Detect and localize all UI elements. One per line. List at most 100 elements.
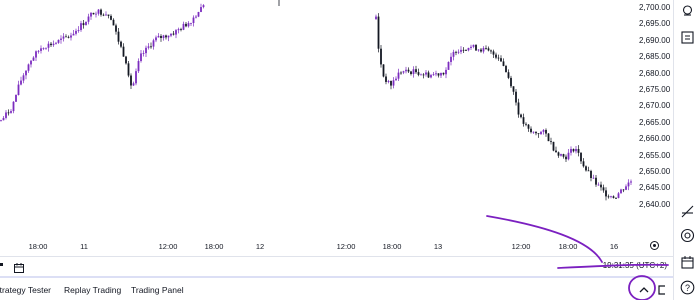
- candle-body: [97, 9, 100, 14]
- tab-strategy-tester[interactable]: Strategy Tester: [0, 285, 51, 295]
- price-axis-label: 2,655.00: [639, 150, 671, 160]
- candle-body: [542, 129, 545, 132]
- candle-body: [105, 14, 107, 16]
- trend-line-icon[interactable]: [680, 204, 695, 219]
- candle-body: [127, 63, 130, 76]
- price-axis-label: 2,660.00: [639, 134, 671, 144]
- alert-icon[interactable]: [680, 4, 695, 19]
- candle-body: [597, 184, 600, 186]
- candle-body: [575, 148, 577, 152]
- clock-readout[interactable]: 19:31:35 (UTC+2): [603, 261, 667, 270]
- candle-body: [550, 141, 552, 142]
- candlestick-chart[interactable]: [0, 0, 637, 240]
- candle-body: [622, 189, 625, 191]
- price-axis-label: 2,670.00: [639, 101, 671, 111]
- candle-body: [115, 25, 117, 32]
- watchlist-icon[interactable]: [680, 30, 695, 45]
- candle-body: [510, 77, 512, 87]
- candle-body: [22, 75, 25, 81]
- candle-body: [500, 58, 502, 62]
- candle-body: [397, 72, 400, 79]
- calendar-icon[interactable]: [14, 260, 24, 273]
- candle-body: [617, 193, 620, 198]
- expand-icon[interactable]: [656, 283, 668, 295]
- tab-trading-panel[interactable]: Trading Panel: [131, 285, 184, 295]
- candle-body: [547, 133, 550, 142]
- candle-body: [130, 75, 132, 86]
- candle-body: [77, 30, 80, 31]
- candle-body: [452, 51, 455, 57]
- candle-body: [170, 33, 172, 36]
- candle-body: [10, 111, 12, 113]
- candle-body: [122, 46, 125, 57]
- candle-body: [405, 69, 407, 72]
- time-axis[interactable]: 18:00 11 12:00 18:00 12 12:00 18:00 13 12:00 18:0…: [0, 240, 673, 254]
- axis-settings-icon[interactable]: [650, 241, 659, 250]
- tab-replay-trading[interactable]: Replay Trading: [64, 285, 121, 295]
- candle-body: [560, 154, 562, 156]
- candle-body: [180, 29, 182, 30]
- candle-body: [55, 42, 57, 44]
- candle-body: [382, 64, 385, 77]
- candle-body: [602, 187, 605, 191]
- candle-body: [160, 35, 162, 39]
- time-axis-label: 18:00: [558, 242, 578, 251]
- candle-body: [45, 47, 47, 49]
- candle-body: [537, 133, 540, 135]
- candle-body: [572, 148, 575, 152]
- candle-body: [522, 117, 525, 124]
- candle-body: [402, 71, 405, 73]
- candle-body: [107, 14, 110, 16]
- candle-body: [557, 152, 560, 156]
- price-axis[interactable]: 2,700.00 2,695.00 2,690.00 2,685.00 2,680.00…: [637, 0, 673, 240]
- candle-body: [475, 44, 477, 51]
- candle-body: [65, 36, 67, 38]
- candle-body: [442, 72, 445, 75]
- candle-body: [175, 30, 177, 35]
- candle-body: [530, 128, 532, 133]
- candle-body: [587, 170, 590, 172]
- candle-body: [400, 72, 402, 74]
- candle-body: [605, 190, 607, 197]
- candle-body: [145, 47, 147, 54]
- candle-body: [80, 23, 82, 31]
- candle-body: [380, 48, 382, 65]
- candle-body: [552, 141, 555, 151]
- candle-body: [32, 57, 35, 61]
- candle-body: [140, 53, 142, 62]
- candle-body: [155, 37, 157, 41]
- right-toolbar: ?: [673, 0, 700, 300]
- candle-body: [37, 50, 40, 52]
- price-axis-label: 2,640.00: [639, 199, 671, 209]
- candle-body: [42, 48, 45, 50]
- left-edge-mark: [0, 263, 3, 266]
- chevron-up-icon[interactable]: [638, 283, 650, 295]
- candle-body: [377, 16, 380, 49]
- candle-body: [120, 41, 122, 47]
- candle-body: [432, 74, 435, 76]
- candle-body: [7, 112, 10, 114]
- target-icon[interactable]: [680, 228, 695, 243]
- calendar-icon[interactable]: [680, 255, 695, 270]
- candle-body: [67, 36, 70, 38]
- candle-body: [435, 73, 437, 75]
- candle-body: [390, 81, 392, 86]
- candle-body: [562, 154, 565, 157]
- chart-area[interactable]: [0, 0, 637, 240]
- candle-body: [447, 61, 450, 70]
- question-icon[interactable]: ?: [680, 280, 695, 295]
- candle-body: [540, 131, 542, 135]
- candle-body: [465, 50, 467, 51]
- candle-body: [20, 80, 22, 85]
- candle-body: [407, 69, 410, 72]
- candle-body: [507, 72, 510, 78]
- candle-body: [502, 61, 505, 66]
- candle-body: [627, 182, 630, 187]
- time-axis-label: 18:00: [28, 242, 48, 251]
- candle-body: [25, 70, 27, 76]
- candle-body: [410, 71, 412, 75]
- candle-body: [490, 50, 492, 52]
- price-axis-label: 2,690.00: [639, 35, 671, 45]
- candle-body: [482, 47, 485, 52]
- candle-body: [110, 15, 112, 20]
